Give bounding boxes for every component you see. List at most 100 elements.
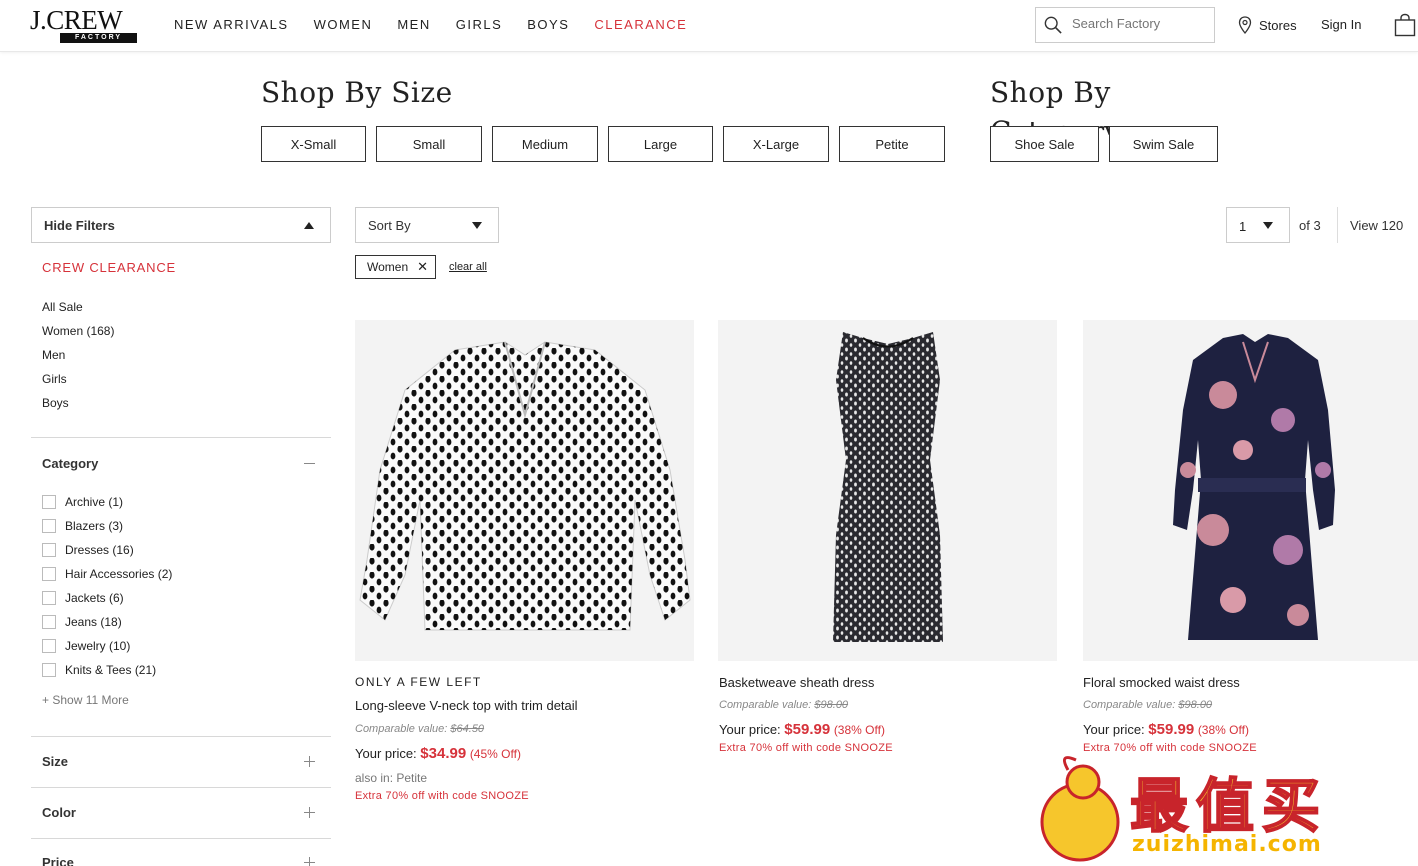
- product-price: Your price: $59.99 (38% Off): [719, 721, 885, 738]
- size-xsmall-button[interactable]: X-Small: [261, 126, 366, 162]
- checkbox[interactable]: [42, 543, 56, 557]
- checkbox[interactable]: [42, 615, 56, 629]
- size-filter-heading[interactable]: Size: [42, 754, 68, 769]
- product-name[interactable]: Long-sleeve V-neck top with trim detail: [355, 698, 578, 713]
- stores-link[interactable]: Stores: [1238, 16, 1297, 34]
- price-label: Your price:: [355, 746, 417, 761]
- filter-label: Jewelry (10): [65, 639, 131, 653]
- filter-jewelry[interactable]: Jewelry (10): [42, 639, 130, 653]
- sidebar-link-all-sale[interactable]: All Sale: [42, 300, 83, 314]
- clear-all-link[interactable]: clear all: [449, 261, 487, 273]
- filter-blazers[interactable]: Blazers (3): [42, 519, 123, 533]
- filter-chip-women[interactable]: Women ✕: [355, 255, 436, 279]
- product-image[interactable]: [355, 320, 694, 661]
- sidebar-link-boys[interactable]: Boys: [42, 396, 69, 410]
- checkbox[interactable]: [42, 591, 56, 605]
- sidebar-divider: [31, 838, 331, 839]
- nav-men[interactable]: MEN: [397, 17, 430, 32]
- search-input[interactable]: [1072, 16, 1207, 31]
- sidebar-link-women[interactable]: Women (168): [42, 324, 114, 338]
- filter-dresses[interactable]: Dresses (16): [42, 543, 134, 557]
- size-medium-button[interactable]: Medium: [492, 126, 598, 162]
- location-pin-icon: [1238, 16, 1252, 34]
- hide-filters-label: Hide Filters: [44, 218, 115, 233]
- comp-value: $98.00: [814, 699, 849, 711]
- promo-text: Extra 70% off with code SNOOZE: [719, 742, 893, 754]
- comparable-value: Comparable value: $64.50: [355, 723, 484, 735]
- caret-up-icon: [304, 222, 314, 229]
- hide-filters-toggle[interactable]: Hide Filters: [31, 207, 331, 243]
- checkbox[interactable]: [42, 663, 56, 677]
- nav-girls[interactable]: GIRLS: [456, 17, 503, 32]
- price-label: Your price:: [719, 722, 781, 737]
- product-image[interactable]: [718, 320, 1057, 661]
- sale-price: $34.99: [420, 745, 467, 762]
- sidebar-link-men[interactable]: Men: [42, 348, 65, 362]
- collapse-minus-icon[interactable]: [304, 463, 315, 464]
- size-large-button[interactable]: Large: [608, 126, 713, 162]
- view-120-link[interactable]: View 120: [1350, 218, 1403, 233]
- filter-archive[interactable]: Archive (1): [42, 495, 123, 509]
- comparable-value: Comparable value: $98.00: [1083, 699, 1212, 711]
- size-small-button[interactable]: Small: [376, 126, 482, 162]
- checkbox[interactable]: [42, 639, 56, 653]
- price-filter-heading[interactable]: Price: [42, 855, 74, 866]
- checkbox[interactable]: [42, 567, 56, 581]
- filter-label: Dresses (16): [65, 543, 134, 557]
- comp-value: $64.50: [450, 723, 485, 735]
- category-shoe-sale-button[interactable]: Shoe Sale: [990, 126, 1099, 162]
- product-badge: ONLY A FEW LEFT: [355, 675, 482, 689]
- caret-down-icon: [1263, 222, 1273, 229]
- checkbox[interactable]: [42, 495, 56, 509]
- category-swim-sale-button[interactable]: Swim Sale: [1109, 126, 1218, 162]
- caret-down-icon: [472, 222, 482, 229]
- crew-clearance-heading: CREW CLEARANCE: [42, 260, 176, 275]
- category-filter-heading[interactable]: Category: [42, 456, 98, 471]
- shop-by-size-title: Shop By Size: [261, 76, 453, 109]
- sign-in-link[interactable]: Sign In: [1321, 17, 1361, 32]
- percent-off: (38% Off): [833, 723, 885, 737]
- nav-new-arrivals[interactable]: NEW ARRIVALS: [174, 17, 289, 32]
- filter-hair-accessories[interactable]: Hair Accessories (2): [42, 567, 172, 581]
- percent-off: (38% Off): [1197, 723, 1249, 737]
- filter-jeans[interactable]: Jeans (18): [42, 615, 122, 629]
- filter-label: Knits & Tees (21): [65, 663, 157, 677]
- product-price: Your price: $59.99 (38% Off): [1083, 721, 1249, 738]
- checkbox[interactable]: [42, 519, 56, 533]
- product-name[interactable]: Basketweave sheath dress: [719, 675, 874, 690]
- expand-plus-icon[interactable]: [304, 857, 315, 866]
- jcrew-factory-logo[interactable]: J.CREW FACTORY: [30, 6, 140, 46]
- toolbar-separator: [1337, 207, 1338, 243]
- nav-clearance[interactable]: CLEARANCE: [594, 17, 687, 32]
- expand-plus-icon[interactable]: [304, 807, 315, 818]
- close-icon[interactable]: ✕: [417, 259, 428, 275]
- size-petite-button[interactable]: Petite: [839, 126, 945, 162]
- product-image[interactable]: [1083, 320, 1418, 661]
- sidebar-link-girls[interactable]: Girls: [42, 372, 67, 386]
- color-filter-heading[interactable]: Color: [42, 805, 76, 820]
- filter-knits-tees[interactable]: Knits & Tees (21): [42, 663, 156, 677]
- size-xlarge-button[interactable]: X-Large: [723, 126, 829, 162]
- stores-label: Stores: [1259, 17, 1297, 33]
- percent-off: (45% Off): [469, 747, 521, 761]
- nav-boys[interactable]: BOYS: [527, 17, 569, 32]
- nav-women[interactable]: WOMEN: [314, 17, 373, 32]
- sidebar-divider: [31, 437, 331, 438]
- search-box[interactable]: [1035, 7, 1215, 43]
- comp-label: Comparable value:: [355, 723, 448, 735]
- sort-by-label: Sort By: [368, 218, 411, 233]
- sort-by-dropdown[interactable]: Sort By: [355, 207, 499, 243]
- show-more-link[interactable]: + Show 11 More: [42, 693, 129, 707]
- comp-label: Comparable value:: [719, 699, 812, 711]
- page-select[interactable]: 1: [1226, 207, 1290, 243]
- shopping-bag-icon[interactable]: [1394, 13, 1416, 37]
- price-label: Your price:: [1083, 722, 1145, 737]
- product-name[interactable]: Floral smocked waist dress: [1083, 675, 1240, 690]
- expand-plus-icon[interactable]: [304, 756, 315, 767]
- filter-jackets[interactable]: Jackets (6): [42, 591, 124, 605]
- page-count: of 3: [1299, 218, 1321, 233]
- sidebar-divider: [31, 736, 331, 737]
- shop-by-category-title: Shop By: [990, 76, 1111, 109]
- promo-text: Extra 70% off with code SNOOZE: [355, 790, 529, 802]
- sheath-dress-image: [833, 332, 943, 642]
